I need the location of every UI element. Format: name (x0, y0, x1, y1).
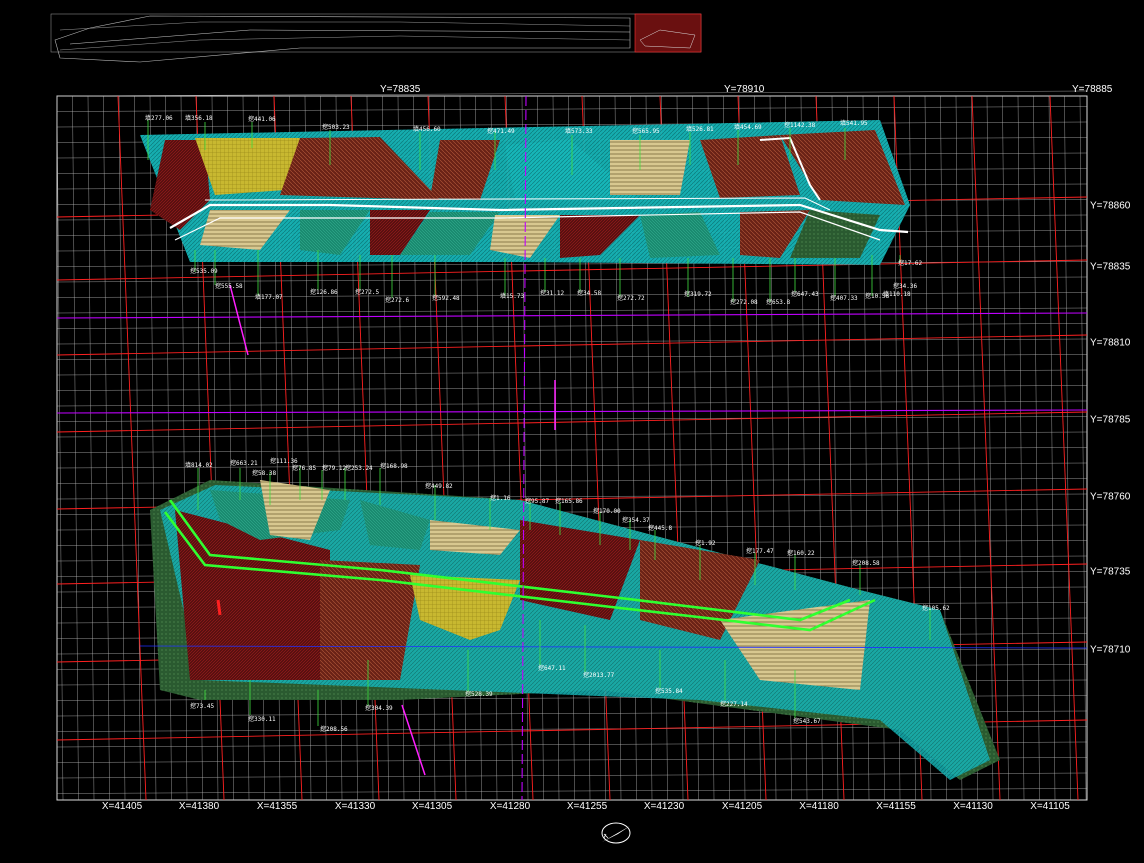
cut-fill-label: 挖126.86 (310, 289, 338, 296)
cut-fill-label: 填814.02 (185, 462, 213, 469)
cut-fill-label: 挖503.23 (322, 124, 350, 131)
cut-fill-label: 填356.18 (185, 115, 213, 122)
cut-fill-label: 挖160.22 (787, 550, 815, 557)
cut-fill-label: 填177.07 (255, 294, 283, 301)
x-axis-label: X=41205 (721, 801, 763, 812)
x-axis-label: X=41105 (1030, 801, 1070, 812)
cut-fill-label: 挖407.33 (830, 295, 858, 302)
y-axis-label: Y=78735 (1090, 566, 1131, 578)
cut-fill-label: 挖535.09 (190, 268, 218, 275)
x-axis-label: X=41330 (334, 801, 376, 812)
cut-fill-label: 挖208.58 (852, 560, 880, 567)
cut-fill-label: 挖272.5 (355, 289, 380, 296)
cut-fill-label: 填541.95 (840, 120, 868, 127)
y-axis-label: Y=78760 (1090, 491, 1131, 503)
cut-fill-label: 挖441.06 (248, 116, 276, 123)
cut-fill-label: 挖34.36 (893, 283, 918, 290)
cut-fill-label: 挖653.8 (766, 299, 791, 306)
y-axis-label: Y=78810 (1090, 337, 1131, 349)
cut-fill-label: 挖663.21 (230, 460, 258, 467)
cut-fill-label: 挖1.16 (490, 495, 511, 502)
cut-fill-label: 填454.69 (734, 124, 762, 131)
cut-fill-label: 挖170.00 (593, 508, 621, 515)
cut-fill-label: 挖73.45 (190, 703, 215, 710)
cut-fill-label: 挖2013.77 (583, 672, 615, 679)
y-axis-label: Y=78860 (1090, 200, 1131, 212)
cut-fill-label: 挖647.11 (538, 665, 566, 672)
cut-fill-label: 挖565.95 (632, 128, 660, 135)
cut-fill-label: 挖330.11 (248, 716, 276, 723)
cut-fill-label: 填110.18 (883, 291, 911, 298)
cut-fill-label: 挖165.86 (555, 498, 583, 505)
x-axis-label: X=41380 (178, 801, 220, 812)
cut-fill-label: 挖272.72 (617, 295, 645, 302)
cut-fill-label: 挖354.37 (622, 517, 650, 524)
cut-fill-label: 挖535.84 (655, 688, 683, 695)
cut-fill-label: 挖555.58 (215, 283, 243, 290)
cut-fill-label: 挖34.58 (577, 290, 602, 297)
cut-fill-label: 填573.33 (565, 128, 593, 135)
overview-thumbnail[interactable] (50, 13, 702, 63)
cut-fill-label: 挖1.92 (695, 540, 716, 547)
x-axis-label: X=41155 (876, 801, 916, 812)
cut-fill-label: 挖471.49 (487, 128, 515, 135)
grid-line-white (56, 90, 1088, 97)
cut-fill-label: 挖449.82 (425, 483, 453, 490)
cut-fill-label: 挖304.39 (365, 705, 393, 712)
cut-fill-label: 挖79.12 (322, 465, 347, 472)
x-axis-label: X=41130 (953, 801, 993, 812)
top-y-label: Y=78910 (724, 84, 765, 95)
y-axis-label: Y=78785 (1090, 414, 1131, 426)
cut-fill-label: 挖1142.38 (784, 122, 816, 129)
north-arrow-icon (601, 822, 631, 844)
cut-fill-label: 挖253.24 (345, 465, 373, 472)
x-axis-label: X=41305 (411, 801, 453, 812)
x-axis-label: X=41355 (256, 801, 298, 812)
cut-fill-label: 填277.06 (145, 115, 173, 122)
y-axis-label: Y=78835 (1090, 261, 1131, 273)
y-axis-label: Y=78710 (1090, 644, 1131, 656)
cut-fill-label: 挖272.6 (385, 297, 410, 304)
x-axis-label: X=41280 (489, 801, 531, 812)
cut-fill-label: 挖272.08 (730, 299, 758, 306)
cut-fill-label: 挖31.12 (540, 290, 565, 297)
cut-fill-label: 挖227.14 (720, 701, 748, 708)
top-y-label: Y=78835 (380, 84, 421, 95)
cut-fill-label: 填15.73 (500, 293, 525, 300)
cut-fill-label: 挖76.85 (292, 465, 317, 472)
cut-fill-label: 挖592.48 (432, 295, 460, 302)
cut-fill-label: 挖528.39 (465, 691, 493, 698)
x-axis-label: X=41180 (799, 801, 839, 812)
x-axis-label: X=41405 (101, 801, 143, 812)
cut-fill-label: 挖105.62 (922, 605, 950, 612)
cut-fill-label: 挖177.47 (746, 548, 774, 555)
top-y-label: Y=78885 (1072, 84, 1113, 95)
cut-fill-label: 挖95.87 (525, 498, 550, 505)
cut-fill-label: 挖168.98 (380, 463, 408, 470)
cut-fill-label: 挖543.67 (793, 718, 821, 725)
x-axis-label: X=41255 (566, 801, 608, 812)
cut-fill-label: 挖58.38 (252, 470, 277, 477)
cut-fill-label: 挖208.56 (320, 726, 348, 733)
cut-fill-label: 填456.60 (413, 126, 441, 133)
cut-fill-label: 挖319.72 (684, 291, 712, 298)
cut-fill-label: 挖647.43 (791, 291, 819, 298)
cut-fill-label: 挖17.62 (898, 260, 923, 267)
x-axis-label: X=41230 (643, 801, 685, 812)
cut-fill-label: 填526.81 (686, 126, 714, 133)
cut-fill-label: 挖445.8 (648, 525, 673, 532)
